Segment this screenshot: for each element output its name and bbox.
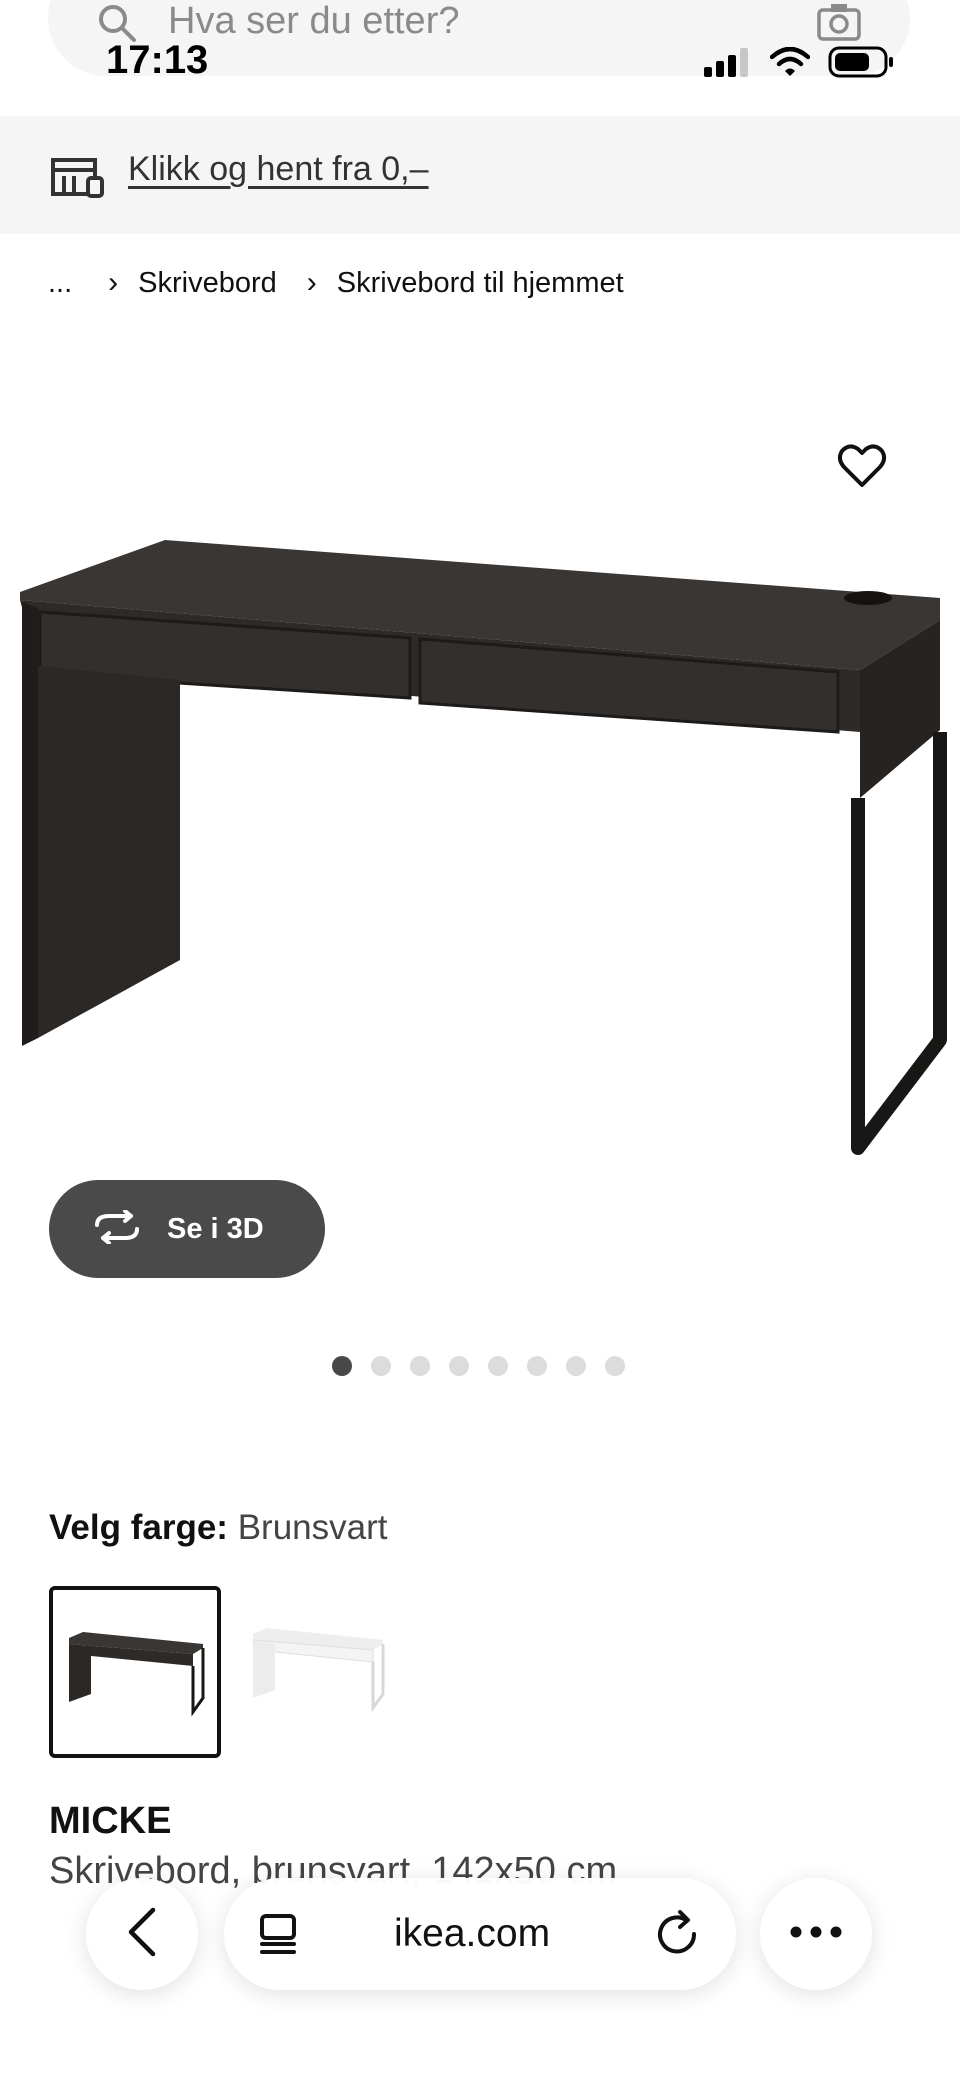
status-icons [704,46,894,83]
more-options-icon [790,1925,842,1943]
battery-icon [828,46,894,83]
color-swatch-brunsvart[interactable] [49,1586,221,1758]
carousel-pagination [332,1356,625,1376]
carousel-dot[interactable] [566,1356,586,1376]
breadcrumb-item-skrivebord[interactable]: Skrivebord [138,267,277,300]
carousel-dot[interactable] [527,1356,547,1376]
carousel-dot[interactable] [371,1356,391,1376]
breadcrumb: ... › Skrivebord › Skrivebord til hjemme… [48,266,624,300]
browser-url-bar[interactable]: ikea.com [224,1878,736,1990]
click-and-collect-link[interactable]: Klikk og hent fra 0,– [128,150,429,189]
breadcrumb-item-home-desks[interactable]: Skrivebord til hjemmet [337,267,624,300]
reload-icon[interactable] [656,1910,700,1963]
chevron-left-icon [125,1907,159,1962]
promo-banner: Klikk og hent fra 0,– [0,116,960,234]
camera-icon[interactable] [816,2,862,47]
selected-color-value: Brunsvart [237,1508,388,1547]
carousel-dot[interactable] [605,1356,625,1376]
view-in-3d-button[interactable]: Se i 3D [49,1180,325,1278]
carousel-dot[interactable] [449,1356,469,1376]
status-time: 17:13 [106,38,209,82]
search-input[interactable]: Hva ser du etter? [168,0,459,43]
reader-tabs-icon[interactable] [256,1912,300,1961]
chevron-right-icon: › [108,266,119,299]
view-in-3d-label: Se i 3D [167,1212,264,1245]
browser-back-button[interactable] [86,1878,198,1990]
carousel-dot[interactable] [410,1356,430,1376]
wifi-icon [769,46,811,82]
signal-icon [704,47,752,82]
color-label-key: Velg farge: [49,1508,228,1547]
rotate-3d-icon [91,1208,143,1249]
product-name: MICKE [49,1800,172,1842]
browser-more-button[interactable] [760,1878,872,1990]
store-pickup-icon [50,154,106,203]
carousel-dot[interactable] [332,1356,352,1376]
color-swatch-white[interactable] [243,1586,415,1758]
color-label: Velg farge: Brunsvart [49,1508,387,1548]
browser-url-text[interactable]: ikea.com [394,1912,550,1956]
breadcrumb-ellipsis[interactable]: ... [48,267,72,300]
favorite-heart-icon[interactable] [836,440,888,492]
chevron-right-icon: › [306,266,317,299]
product-image[interactable] [0,420,960,1180]
carousel-dot[interactable] [488,1356,508,1376]
